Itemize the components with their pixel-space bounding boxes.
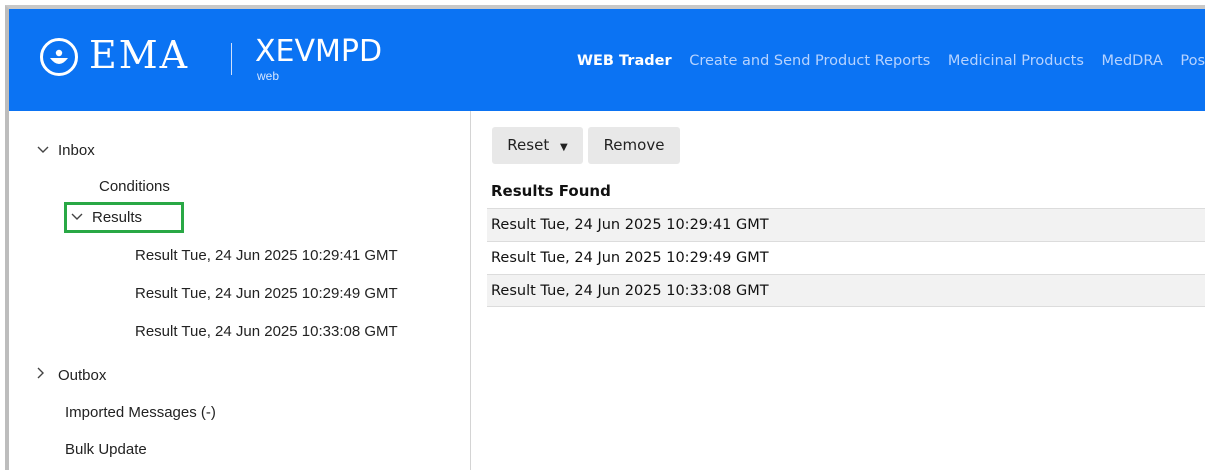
tree-item-result-3[interactable]: Result Tue, 24 Jun 2025 10:33:08 GMT bbox=[135, 323, 398, 340]
table-row[interactable]: Result Tue, 24 Jun 2025 10:33:08 GMT bbox=[487, 274, 1205, 307]
tree-item-results[interactable]: Results bbox=[70, 209, 142, 226]
nav-medicinal-products[interactable]: Medicinal Products bbox=[948, 53, 1084, 69]
reset-button-label: Reset bbox=[507, 136, 550, 154]
tree-item-result-1[interactable]: Result Tue, 24 Jun 2025 10:29:41 GMT bbox=[135, 247, 398, 264]
nav-create-send-reports[interactable]: Create and Send Product Reports bbox=[689, 53, 930, 69]
remove-button[interactable]: Remove bbox=[588, 127, 680, 164]
tree-item-result-2[interactable]: Result Tue, 24 Jun 2025 10:29:49 GMT bbox=[135, 285, 398, 302]
tree-item-inbox[interactable]: Inbox bbox=[36, 142, 95, 159]
header-divider bbox=[231, 43, 232, 75]
chevron-down-icon bbox=[36, 142, 58, 159]
tree-item-outbox[interactable]: Outbox bbox=[36, 366, 106, 384]
main-panel: Reset ▼ Remove Results Found Result Tue,… bbox=[471, 111, 1205, 470]
top-nav: WEB Trader Create and Send Product Repor… bbox=[577, 53, 1205, 69]
app-name: XEVMPD bbox=[255, 34, 383, 69]
tree-item-conditions[interactable]: Conditions bbox=[99, 178, 170, 195]
chevron-right-icon bbox=[36, 366, 58, 384]
tree-label-outbox: Outbox bbox=[58, 367, 107, 384]
header-bar: EMA XEVMPD web WEB Trader Create and Sen… bbox=[9, 9, 1205, 111]
logo-text: EMA bbox=[89, 33, 190, 77]
results-found-heading: Results Found bbox=[491, 182, 611, 200]
tree-label-inbox: Inbox bbox=[58, 142, 95, 159]
table-row[interactable]: Result Tue, 24 Jun 2025 10:29:49 GMT bbox=[487, 241, 1205, 274]
tree-item-bulk-update[interactable]: Bulk Update bbox=[65, 441, 147, 458]
app-window: EMA XEVMPD web WEB Trader Create and Sen… bbox=[5, 5, 1205, 470]
nav-post[interactable]: Post bbox=[1180, 53, 1205, 69]
table-row[interactable]: Result Tue, 24 Jun 2025 10:29:41 GMT bbox=[487, 208, 1205, 241]
sidebar-tree: Inbox Conditions Results Result Tue, 24 … bbox=[9, 111, 471, 470]
nav-web-trader[interactable]: WEB Trader bbox=[577, 53, 672, 69]
tree-label-results: Results bbox=[92, 209, 143, 226]
chevron-down-icon bbox=[70, 209, 92, 226]
caret-down-icon: ▼ bbox=[559, 142, 568, 153]
app-subname: web bbox=[257, 69, 280, 83]
nav-meddra[interactable]: MedDRA bbox=[1102, 53, 1163, 69]
reset-button[interactable]: Reset ▼ bbox=[492, 127, 583, 164]
logo-icon bbox=[40, 38, 78, 76]
tree-item-imported-messages[interactable]: Imported Messages (-) bbox=[65, 404, 216, 421]
